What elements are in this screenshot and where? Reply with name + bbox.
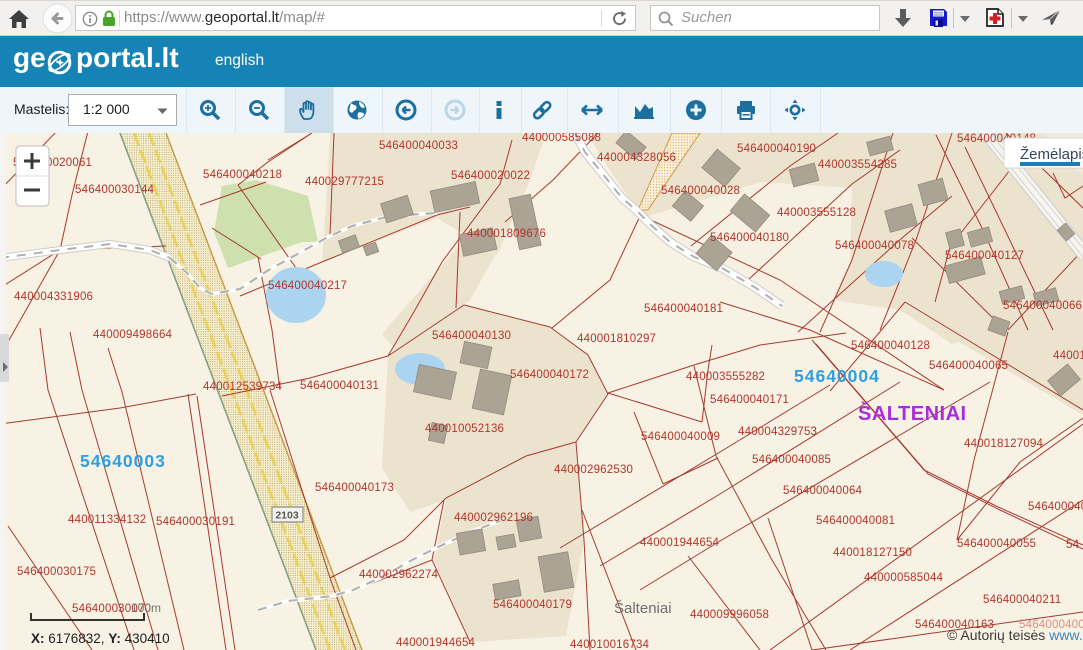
- svg-text:546400040128: 546400040128: [851, 340, 930, 352]
- svg-text:546400040065: 546400040065: [929, 360, 1008, 372]
- svg-text:440003554285: 440003554285: [818, 159, 897, 171]
- svg-text:Šalteniai: Šalteniai: [614, 600, 672, 617]
- svg-text:546400040081: 546400040081: [816, 515, 895, 527]
- svg-text:546400040130: 546400040130: [432, 330, 511, 342]
- svg-text:440011334132: 440011334132: [68, 514, 146, 526]
- svg-text:440029777215: 440029777215: [305, 176, 384, 188]
- svg-text:440018: 440018: [1053, 350, 1083, 362]
- svg-text:© Autorių teisės www.geop: © Autorių teisės www.geop: [947, 627, 1083, 643]
- svg-text:440009498664: 440009498664: [93, 329, 173, 341]
- svg-text:440001944654: 440001944654: [640, 537, 720, 549]
- svg-text:440002962274: 440002962274: [359, 569, 439, 581]
- svg-text:546400030175: 546400030175: [17, 566, 96, 578]
- svg-text:546400040085: 546400040085: [752, 454, 831, 466]
- svg-text:54640003: 54640003: [80, 451, 166, 471]
- svg-text:546400040190: 546400040190: [737, 143, 816, 155]
- svg-text:100m: 100m: [131, 601, 161, 615]
- svg-text:ŠALTENIAI: ŠALTENIAI: [858, 401, 967, 425]
- svg-text:546400040218: 546400040218: [203, 169, 282, 181]
- svg-text:440010052136: 440010052136: [425, 423, 504, 435]
- svg-text:440004331906: 440004331906: [14, 291, 93, 303]
- svg-text:440000585088: 440000585088: [522, 133, 601, 144]
- svg-text:440004329753: 440004329753: [738, 426, 817, 438]
- svg-text:546400040127: 546400040127: [945, 250, 1024, 262]
- svg-text:440018127150: 440018127150: [833, 547, 912, 559]
- svg-text:546400040217: 546400040217: [268, 280, 347, 292]
- svg-text:440012539734: 440012539734: [203, 381, 283, 393]
- svg-text:546400040033: 546400040033: [379, 140, 458, 152]
- svg-text:546400040064: 546400040064: [783, 485, 863, 497]
- svg-text:546400030191: 546400030191: [156, 516, 235, 528]
- svg-text:546400040055: 546400040055: [957, 538, 1036, 550]
- svg-text:546400020022: 546400020022: [451, 170, 530, 182]
- svg-text:546400040171: 546400040171: [710, 394, 789, 406]
- svg-text:546400040067: 546400040067: [1028, 501, 1083, 513]
- svg-text:546400040131: 546400040131: [300, 380, 379, 392]
- svg-text:440009996058: 440009996058: [690, 609, 769, 621]
- svg-text:440004328056: 440004328056: [597, 152, 676, 164]
- svg-text:X: 6176832, Y: 430410: X: 6176832, Y: 430410: [31, 631, 170, 646]
- svg-text:546400040066: 546400040066: [1003, 300, 1082, 312]
- svg-text:54640004: 54640004: [794, 366, 880, 386]
- svg-text:440003555282: 440003555282: [686, 371, 765, 383]
- svg-text:546400040028: 546400040028: [661, 185, 740, 197]
- svg-text:440001944654: 440001944654: [396, 637, 476, 649]
- svg-text:546400040173: 546400040173: [315, 482, 394, 494]
- svg-text:440003555128: 440003555128: [777, 207, 856, 219]
- svg-text:546400040078: 546400040078: [835, 240, 914, 252]
- svg-text:546400040180: 546400040180: [710, 232, 789, 244]
- svg-text:440000585044: 440000585044: [864, 572, 944, 584]
- svg-text:546400040211: 546400040211: [983, 594, 1061, 606]
- svg-text:546400040181: 546400040181: [644, 303, 723, 315]
- svg-text:440018127094: 440018127094: [964, 438, 1044, 450]
- svg-text:440001809676: 440001809676: [467, 228, 546, 240]
- svg-text:Žemėlapis: Žemėlapis: [1020, 146, 1083, 163]
- svg-text:546400040009: 546400040009: [641, 431, 720, 443]
- svg-text:2103: 2103: [275, 510, 299, 522]
- svg-text:54: 54: [1066, 539, 1080, 551]
- svg-text:546400030144: 546400030144: [75, 184, 155, 196]
- svg-text:546400040172: 546400040172: [510, 369, 589, 381]
- svg-text:440002962530: 440002962530: [554, 464, 633, 476]
- svg-text:440010016734: 440010016734: [570, 639, 650, 650]
- svg-text:546400040179: 546400040179: [493, 599, 572, 611]
- svg-text:440002962196: 440002962196: [454, 512, 533, 524]
- svg-text:440001810297: 440001810297: [577, 333, 656, 345]
